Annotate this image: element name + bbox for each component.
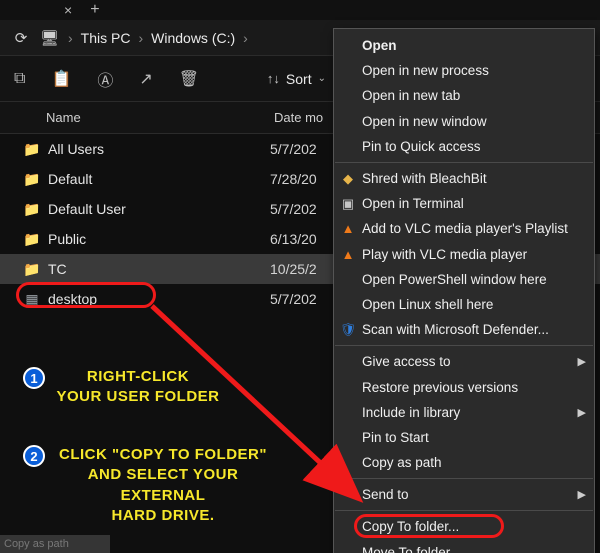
file-name: desktop: [48, 291, 270, 307]
rename-icon[interactable]: Ⓐ: [97, 67, 113, 91]
vlc-icon: ▲: [339, 247, 357, 262]
annotation-text-2: Click "Copy to Folder"and select your ex…: [44, 445, 282, 526]
folder-shortcut-icon: 📁: [22, 141, 42, 158]
vlc-icon: ▲: [339, 221, 357, 236]
new-tab-icon[interactable]: +: [90, 1, 99, 19]
bleachbit-icon: ◆: [339, 171, 357, 187]
file-name: Public: [48, 231, 270, 247]
menu-item[interactable]: Restore previous versions: [334, 374, 594, 399]
menu-item-label: Open in new tab: [362, 88, 460, 103]
status-bar-hint: Copy as path: [0, 535, 110, 553]
menu-item-label: Open: [362, 38, 397, 53]
menu-item[interactable]: Open PowerShell window here: [334, 267, 594, 292]
menu-item-label: Open Linux shell here: [362, 297, 493, 312]
file-name: All Users: [48, 141, 270, 157]
menu-item[interactable]: ▲ Play with VLC media player: [334, 242, 594, 267]
menu-item-label: Add to VLC media player's Playlist: [362, 221, 568, 236]
delete-icon[interactable]: 🗑: [179, 69, 199, 89]
sort-button[interactable]: ↑↓ Sort ⌄: [267, 71, 326, 87]
menu-item-label: Shred with BleachBit: [362, 171, 487, 186]
annotation-badge-1: 1: [23, 367, 45, 389]
menu-item[interactable]: Send to ▶: [334, 482, 594, 507]
paste-icon[interactable]: 📋: [51, 69, 71, 89]
menu-separator: [335, 345, 593, 346]
menu-item[interactable]: Open in new process: [334, 58, 594, 83]
menu-item[interactable]: Give access to ▶: [334, 349, 594, 374]
file-date: 10/25/2: [270, 261, 317, 277]
chevron-down-icon: ⌄: [318, 73, 326, 84]
menu-item-label: Send to: [362, 487, 409, 502]
monitor-icon[interactable]: 🖥: [40, 29, 58, 47]
sort-arrows-icon: ↑↓: [267, 71, 280, 86]
annotation-text-1: Right-clickyour user folder: [48, 367, 228, 408]
folder-shortcut-icon: 📁: [22, 201, 42, 218]
file-date: 5/7/202: [270, 291, 317, 307]
share-icon[interactable]: ↗: [139, 69, 152, 89]
menu-item-label: Scan with Microsoft Defender...: [362, 322, 549, 337]
file-icon: ▦: [22, 291, 42, 308]
breadcrumb[interactable]: › This PC › Windows (C:) ›: [68, 30, 248, 46]
menu-item[interactable]: ▣ Open in Terminal: [334, 191, 594, 216]
menu-item-label: Restore previous versions: [362, 380, 518, 395]
submenu-arrow-icon: ▶: [578, 355, 586, 368]
tab-strip: × +: [0, 0, 600, 20]
breadcrumb-this-pc[interactable]: This PC: [81, 30, 131, 46]
menu-item-label: Include in library: [362, 405, 460, 420]
menu-item[interactable]: 🛡 Scan with Microsoft Defender...: [334, 317, 594, 342]
menu-item[interactable]: Pin to Start: [334, 425, 594, 450]
copy-icon[interactable]: ⧉: [14, 70, 25, 88]
folder-icon: 📁: [22, 261, 42, 278]
menu-item-label: Move To folder...: [362, 545, 461, 553]
annotation-badge-2: 2: [23, 445, 45, 467]
refresh-icon[interactable]: ⟳: [12, 29, 30, 47]
file-name: Default User: [48, 201, 270, 217]
menu-item[interactable]: ◆ Shred with BleachBit: [334, 166, 594, 191]
menu-separator: [335, 510, 593, 511]
file-date: 5/7/202: [270, 201, 317, 217]
column-header-name[interactable]: Name: [0, 110, 270, 125]
menu-item-label: Open in Terminal: [362, 196, 464, 211]
menu-item[interactable]: Copy as path: [334, 450, 594, 475]
menu-item-label: Open PowerShell window here: [362, 272, 547, 287]
file-date: 7/28/20: [270, 171, 317, 187]
menu-item[interactable]: ▲ Add to VLC media player's Playlist: [334, 216, 594, 241]
folder-icon: 📁: [22, 171, 42, 188]
tab-close-icon[interactable]: ×: [64, 2, 72, 18]
file-name: TC: [48, 261, 270, 277]
menu-item[interactable]: Open: [334, 33, 594, 58]
menu-item[interactable]: Open in new window: [334, 109, 594, 134]
folder-icon: 📁: [22, 231, 42, 248]
menu-item-label: Pin to Quick access: [362, 139, 481, 154]
file-date: 6/13/20: [270, 231, 317, 247]
menu-item-label: Give access to: [362, 354, 451, 369]
menu-item-label: Copy To folder...: [362, 519, 459, 534]
terminal-icon: ▣: [339, 196, 357, 212]
shield-icon: 🛡: [339, 322, 357, 338]
menu-item[interactable]: Open Linux shell here: [334, 292, 594, 317]
breadcrumb-drive-c[interactable]: Windows (C:): [151, 30, 235, 46]
menu-item-label: Pin to Start: [362, 430, 429, 445]
menu-separator: [335, 478, 593, 479]
file-name: Default: [48, 171, 270, 187]
context-menu: Open Open in new process Open in new tab Op…: [333, 28, 595, 553]
menu-item[interactable]: Pin to Quick access: [334, 134, 594, 159]
menu-item-label: Copy as path: [362, 455, 442, 470]
file-date: 5/7/202: [270, 141, 317, 157]
submenu-arrow-icon: ▶: [578, 406, 586, 419]
menu-separator: [335, 162, 593, 163]
menu-item[interactable]: Include in library ▶: [334, 400, 594, 425]
menu-item-label: Play with VLC media player: [362, 247, 527, 262]
sort-label: Sort: [286, 71, 312, 87]
menu-item-label: Open in new process: [362, 63, 489, 78]
submenu-arrow-icon: ▶: [578, 488, 586, 501]
menu-item[interactable]: Copy To folder...: [334, 514, 594, 539]
menu-item[interactable]: Open in new tab: [334, 83, 594, 108]
menu-item-label: Open in new window: [362, 114, 487, 129]
menu-item[interactable]: Move To folder...: [334, 540, 594, 553]
